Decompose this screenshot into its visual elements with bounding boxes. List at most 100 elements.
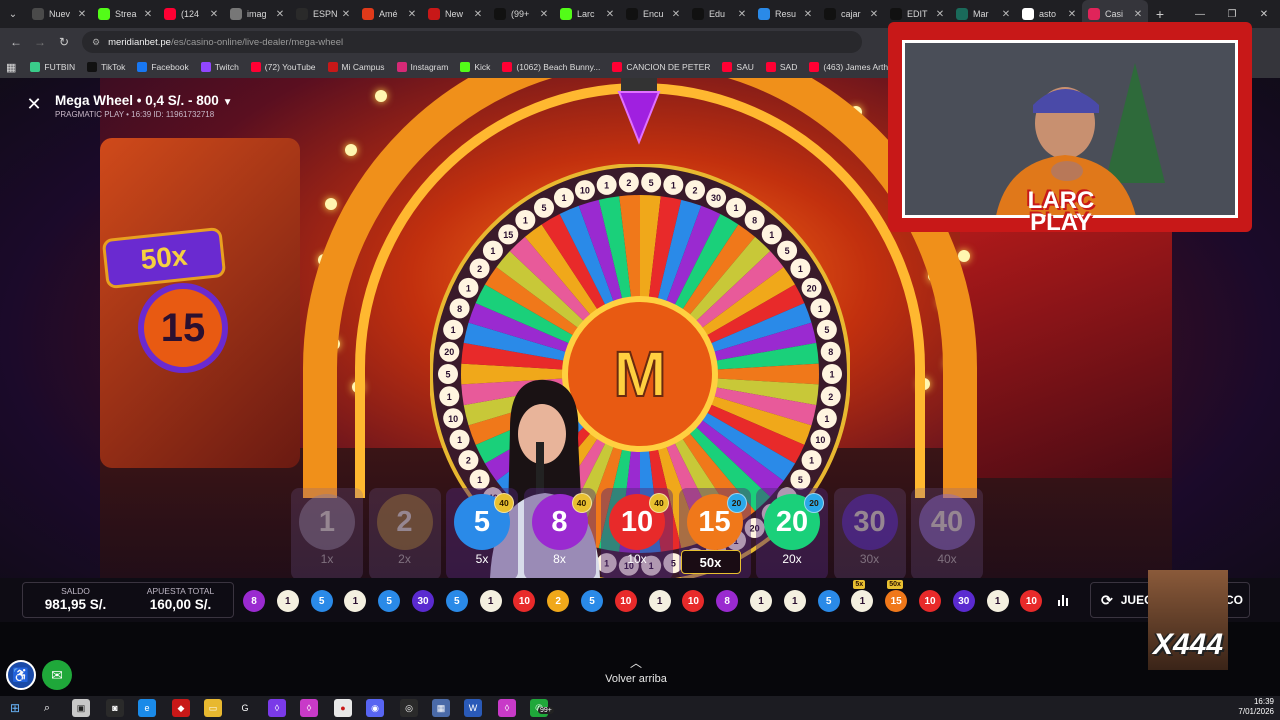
- bookmark-item[interactable]: Twitch: [200, 62, 239, 72]
- app-r-icon[interactable]: ◊: [498, 699, 516, 717]
- obs-icon[interactable]: ◎: [400, 699, 418, 717]
- game-title[interactable]: Mega Wheel • 0,4 S/. - 800 ▼: [55, 93, 232, 108]
- browser-tab[interactable]: (99+ ✕: [488, 0, 554, 28]
- tab-close-icon[interactable]: ✕: [1066, 9, 1078, 20]
- bet-spot-40[interactable]: 40 40x: [911, 488, 983, 580]
- browser-tab[interactable]: Encu ✕: [620, 0, 686, 28]
- clock-time: 16:39: [1253, 697, 1274, 706]
- bookmark-label: Kick: [474, 62, 491, 72]
- system-clock[interactable]: 16:39 7/01/2026: [1238, 697, 1274, 717]
- bet-spot-20[interactable]: 20 20x 20: [756, 488, 828, 580]
- tab-close-icon[interactable]: ✕: [208, 9, 220, 20]
- tab-close-icon[interactable]: ✕: [736, 9, 748, 20]
- browser-tab[interactable]: cajar ✕: [818, 0, 884, 28]
- browser-tab[interactable]: ESPN ✕: [290, 0, 356, 28]
- browser-tab[interactable]: Amé ✕: [356, 0, 422, 28]
- bookmark-item[interactable]: Kick: [460, 62, 490, 72]
- tab-title: Larc: [577, 9, 595, 19]
- wheel-number: 15: [503, 230, 513, 240]
- browser-tab[interactable]: (124 ✕: [158, 0, 224, 28]
- tab-close-icon[interactable]: ✕: [604, 9, 616, 20]
- tab-close-icon[interactable]: ✕: [472, 9, 484, 20]
- apps-grid-icon[interactable]: ▦: [6, 61, 16, 74]
- word-icon[interactable]: W: [464, 699, 482, 717]
- bookmark-item[interactable]: TikTok: [87, 62, 125, 72]
- browser-tab[interactable]: Strea ✕: [92, 0, 158, 28]
- accessibility-icon[interactable]: ♿: [6, 660, 36, 690]
- new-tab-button[interactable]: +: [1148, 6, 1172, 22]
- wheel-number: 2: [626, 178, 631, 188]
- bookmark-item[interactable]: CANCION DE PETER: [612, 62, 710, 72]
- tab-close-icon[interactable]: ✕: [1000, 9, 1012, 20]
- history-result: 1: [851, 590, 874, 612]
- tab-search-icon[interactable]: ⌄: [0, 0, 26, 28]
- wheel-number: 2: [477, 264, 482, 274]
- forward-icon[interactable]: →: [28, 28, 52, 56]
- statistics-button[interactable]: [1047, 584, 1079, 616]
- back-icon[interactable]: ←: [4, 28, 28, 56]
- tab-title: Mar: [973, 9, 989, 19]
- browser-tab[interactable]: Larc ✕: [554, 0, 620, 28]
- browser-tab[interactable]: Nuev ✕: [26, 0, 92, 28]
- bookmark-item[interactable]: SAD: [765, 62, 797, 72]
- bet-spot-1[interactable]: 1 1x: [291, 488, 363, 580]
- browser-tab[interactable]: imag ✕: [224, 0, 290, 28]
- round-info: PRAGMATIC PLAY • 16:39 ID: 11961732718: [55, 110, 215, 119]
- tab-close-icon[interactable]: ✕: [538, 9, 550, 20]
- discord-icon[interactable]: ◉: [366, 699, 384, 717]
- bet-spot-30[interactable]: 30 30x: [833, 488, 906, 580]
- bookmark-icon: [502, 62, 513, 72]
- tab-close-icon[interactable]: ✕: [142, 9, 154, 20]
- app-g-icon[interactable]: G: [236, 699, 254, 717]
- scroll-to-top-link[interactable]: ︿ Volver arriba: [590, 654, 682, 685]
- bet-spot-8[interactable]: 8 8x 40: [523, 488, 596, 580]
- url-field[interactable]: ⚙ meridianbet.pe/es/casino-online/live-d…: [82, 31, 862, 53]
- tab-close-icon[interactable]: ✕: [274, 9, 286, 20]
- new-icon: [428, 8, 440, 20]
- site-info-icon[interactable]: ⚙: [92, 37, 100, 48]
- bookmark-item[interactable]: (1062) Beach Bunny...: [502, 62, 600, 72]
- app-p-icon[interactable]: ◊: [268, 699, 286, 717]
- folder-icon[interactable]: ▭: [204, 699, 222, 717]
- calculator-icon[interactable]: ▦: [432, 699, 450, 717]
- tab-close-icon[interactable]: ✕: [934, 9, 946, 20]
- bet-spot-5[interactable]: 5 5x 40: [446, 488, 518, 580]
- app-q-icon[interactable]: ◊: [300, 699, 318, 717]
- bet-number: 30: [841, 494, 898, 550]
- edge-icon[interactable]: e: [138, 699, 156, 717]
- bookmark-icon: [460, 62, 471, 72]
- wheel-number: 5: [798, 475, 803, 485]
- bookmark-item[interactable]: (72) YouTube: [250, 62, 316, 72]
- tab-close-icon[interactable]: ✕: [76, 9, 88, 20]
- tab-close-icon[interactable]: ✕: [406, 9, 418, 20]
- tab-close-icon[interactable]: ✕: [340, 9, 352, 20]
- kick-icon: [98, 8, 110, 20]
- tab-close-icon[interactable]: ✕: [802, 9, 814, 20]
- apps-icon[interactable]: ◙: [106, 699, 124, 717]
- browser-tab[interactable]: Edu ✕: [686, 0, 752, 28]
- tab-close-icon[interactable]: ✕: [868, 9, 880, 20]
- start-icon[interactable]: ⊞: [6, 699, 24, 717]
- close-window-icon[interactable]: ✕: [1248, 0, 1280, 28]
- search-icon[interactable]: ⌕: [38, 699, 56, 717]
- chrome-icon[interactable]: ●: [334, 699, 352, 717]
- bet-spot-10[interactable]: 10 10x 40: [601, 488, 673, 580]
- browser-tab[interactable]: Resu ✕: [752, 0, 818, 28]
- bookmark-item[interactable]: Mi Campus: [327, 62, 385, 72]
- store-icon[interactable]: ▣: [72, 699, 90, 717]
- close-game-icon[interactable]: ✕: [24, 94, 44, 114]
- media-icon[interactable]: ◆: [172, 699, 190, 717]
- bookmark-label: CANCION DE PETER: [626, 62, 711, 72]
- bookmark-item[interactable]: Instagram: [396, 62, 448, 72]
- bookmark-item[interactable]: FUTBIN: [30, 62, 75, 72]
- chat-icon[interactable]: ✉: [42, 660, 72, 690]
- bet-spot-2[interactable]: 2 2x: [368, 488, 441, 580]
- bookmark-item[interactable]: SAU: [722, 62, 754, 72]
- bookmark-item[interactable]: Facebook: [137, 62, 189, 72]
- tab-close-icon[interactable]: ✕: [1132, 9, 1144, 20]
- balance-value: 981,95 S/.: [44, 597, 107, 612]
- tab-close-icon[interactable]: ✕: [670, 9, 682, 20]
- reload-icon[interactable]: ↻: [52, 28, 76, 56]
- browser-tab[interactable]: New ✕: [422, 0, 488, 28]
- bet-spot-15[interactable]: 15 50x 20: [678, 488, 751, 580]
